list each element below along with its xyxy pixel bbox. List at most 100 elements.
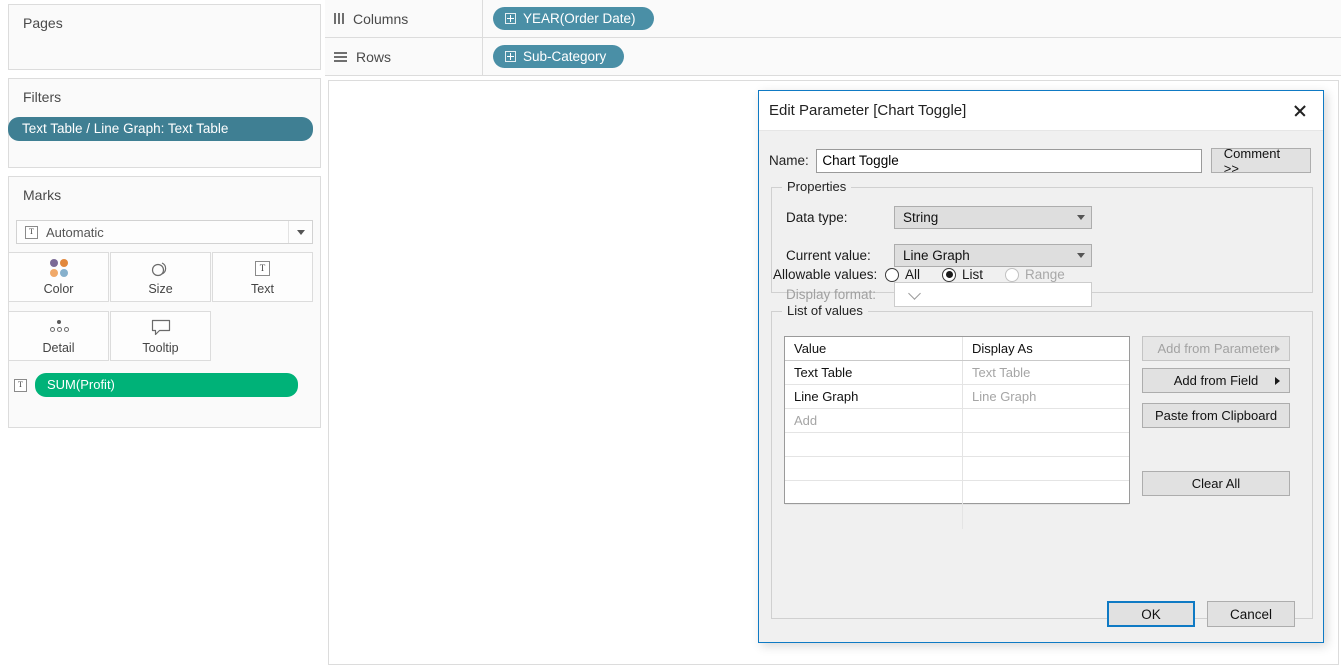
table-row[interactable] bbox=[785, 457, 1129, 481]
display-format-label: Display format: bbox=[786, 287, 877, 302]
columns-pill-label: YEAR(Order Date) bbox=[523, 11, 636, 26]
marks-color-label: Color bbox=[43, 282, 74, 296]
current-value-dropdown[interactable]: Line Graph bbox=[894, 244, 1092, 267]
cell-value[interactable] bbox=[785, 457, 963, 480]
edit-parameter-dialog: Edit Parameter [Chart Toggle] Name: Comm… bbox=[758, 90, 1324, 643]
text-badge-icon: T bbox=[14, 378, 27, 392]
marks-field-pill-sum-profit[interactable]: SUM(Profit) bbox=[35, 373, 298, 397]
color-dots-icon bbox=[49, 258, 68, 278]
rows-label: Rows bbox=[356, 48, 392, 65]
close-icon[interactable] bbox=[1277, 91, 1323, 131]
filter-pill-chart-toggle[interactable]: Text Table / Line Graph: Text Table bbox=[8, 117, 313, 141]
cell-display-as[interactable] bbox=[963, 481, 1129, 504]
marks-color-button[interactable]: Color bbox=[8, 252, 109, 302]
table-row[interactable] bbox=[785, 505, 1129, 529]
expand-plus-icon[interactable] bbox=[505, 13, 516, 24]
columns-pill-area[interactable]: YEAR(Order Date) bbox=[483, 7, 654, 30]
dialog-body: Name: Comment >> Properties Data type: S… bbox=[759, 131, 1323, 643]
allowable-option-all[interactable]: All bbox=[885, 267, 938, 282]
cell-display-as[interactable] bbox=[963, 457, 1129, 480]
cell-display-as[interactable] bbox=[963, 505, 1129, 529]
pages-title: Pages bbox=[23, 15, 63, 31]
columns-shelf[interactable]: Columns YEAR(Order Date) bbox=[325, 0, 1341, 38]
add-from-parameter-button: Add from Parameter bbox=[1142, 336, 1290, 361]
text-badge-icon: T bbox=[255, 258, 270, 278]
name-label: Name: bbox=[769, 153, 809, 168]
table-row-add[interactable]: Add bbox=[785, 409, 1129, 433]
values-table[interactable]: Value Display As Text Table Text Table L… bbox=[784, 336, 1130, 529]
mark-type-value: Automatic bbox=[46, 224, 104, 240]
cell-display-as[interactable]: Line Graph bbox=[963, 385, 1129, 408]
size-circles-icon bbox=[149, 258, 173, 278]
column-header-value: Value bbox=[785, 337, 963, 360]
table-row[interactable]: Text Table Text Table bbox=[785, 361, 1129, 385]
marks-size-button[interactable]: Size bbox=[110, 252, 211, 302]
allowable-option-list[interactable]: List bbox=[942, 267, 1001, 282]
marks-detail-label: Detail bbox=[42, 341, 75, 355]
marks-size-label: Size bbox=[148, 282, 173, 296]
pages-card: Pages bbox=[8, 4, 321, 70]
submenu-arrow-icon bbox=[1275, 376, 1280, 385]
chevron-down-icon[interactable] bbox=[903, 286, 925, 301]
marks-text-button[interactable]: T Text bbox=[212, 252, 313, 302]
dialog-footer: OK Cancel bbox=[759, 589, 1323, 643]
columns-icon bbox=[334, 13, 344, 24]
allowable-option-list-label: List bbox=[962, 267, 984, 282]
comment-button[interactable]: Comment >> bbox=[1210, 146, 1311, 176]
radio-list-icon[interactable] bbox=[942, 267, 957, 282]
paste-from-clipboard-label: Paste from Clipboard bbox=[1154, 408, 1278, 423]
table-row[interactable]: Line Graph Line Graph bbox=[785, 385, 1129, 409]
chevron-down-icon[interactable] bbox=[288, 221, 312, 243]
table-row[interactable] bbox=[785, 433, 1129, 457]
columns-label: Columns bbox=[353, 10, 409, 27]
marks-title: Marks bbox=[23, 187, 62, 203]
data-type-label: Data type: bbox=[786, 210, 848, 225]
cell-value[interactable] bbox=[785, 481, 963, 504]
display-format-dropdown[interactable] bbox=[894, 282, 1092, 307]
columns-shelf-label-box: Columns bbox=[325, 0, 483, 37]
chevron-down-icon[interactable] bbox=[1071, 253, 1091, 258]
expand-plus-icon[interactable] bbox=[505, 51, 516, 62]
current-value-value: Line Graph bbox=[903, 248, 970, 263]
cell-value[interactable] bbox=[785, 505, 963, 529]
rows-pill-area[interactable]: Sub-Category bbox=[483, 45, 625, 68]
clear-all-button[interactable]: Clear All bbox=[1142, 471, 1290, 496]
marks-text-label: Text bbox=[251, 282, 274, 296]
current-value-row: Current value: Line Graph bbox=[786, 244, 1092, 267]
allowable-option-range: Range bbox=[1005, 267, 1083, 282]
name-row: Name: Comment >> bbox=[769, 146, 1311, 176]
left-sidebar: Pages Filters Text Table / Line Graph: T… bbox=[0, 0, 323, 667]
cell-display-as[interactable] bbox=[963, 409, 1129, 432]
paste-from-clipboard-button[interactable]: Paste from Clipboard bbox=[1142, 403, 1290, 428]
ok-button[interactable]: OK bbox=[1107, 601, 1195, 627]
rows-icon bbox=[334, 51, 347, 62]
marks-tooltip-button[interactable]: Tooltip bbox=[110, 311, 211, 361]
current-value-label: Current value: bbox=[786, 248, 871, 263]
allowable-values-row: Allowable values: All List Range bbox=[773, 267, 1083, 282]
allowable-values-label: Allowable values: bbox=[773, 267, 878, 282]
cell-value[interactable] bbox=[785, 433, 963, 456]
cell-display-as[interactable]: Text Table bbox=[963, 361, 1129, 384]
name-input[interactable] bbox=[816, 148, 1202, 173]
marks-tooltip-label: Tooltip bbox=[142, 341, 179, 355]
add-from-field-button[interactable]: Add from Field bbox=[1142, 368, 1290, 393]
columns-pill-year-order-date[interactable]: YEAR(Order Date) bbox=[493, 7, 654, 30]
cell-add-placeholder[interactable]: Add bbox=[785, 409, 963, 432]
cancel-button[interactable]: Cancel bbox=[1207, 601, 1295, 627]
dialog-titlebar: Edit Parameter [Chart Toggle] bbox=[759, 91, 1323, 131]
allowable-option-range-label: Range bbox=[1025, 267, 1065, 282]
radio-all-icon[interactable] bbox=[885, 267, 899, 282]
column-header-display-as: Display As bbox=[972, 341, 1033, 356]
table-row[interactable] bbox=[785, 481, 1129, 505]
rows-shelf[interactable]: Rows Sub-Category bbox=[325, 38, 1341, 76]
data-type-dropdown[interactable]: String bbox=[894, 206, 1092, 229]
cell-display-as[interactable] bbox=[963, 433, 1129, 456]
chevron-down-icon[interactable] bbox=[1071, 215, 1091, 220]
add-from-parameter-label: Add from Parameter bbox=[1157, 341, 1275, 356]
rows-pill-sub-category[interactable]: Sub-Category bbox=[493, 45, 625, 68]
marks-detail-button[interactable]: Detail bbox=[8, 311, 109, 361]
cell-value[interactable]: Line Graph bbox=[785, 385, 963, 408]
cell-value[interactable]: Text Table bbox=[785, 361, 963, 384]
mark-type-dropdown[interactable]: T Automatic bbox=[16, 220, 313, 244]
submenu-arrow-icon bbox=[1275, 344, 1280, 353]
